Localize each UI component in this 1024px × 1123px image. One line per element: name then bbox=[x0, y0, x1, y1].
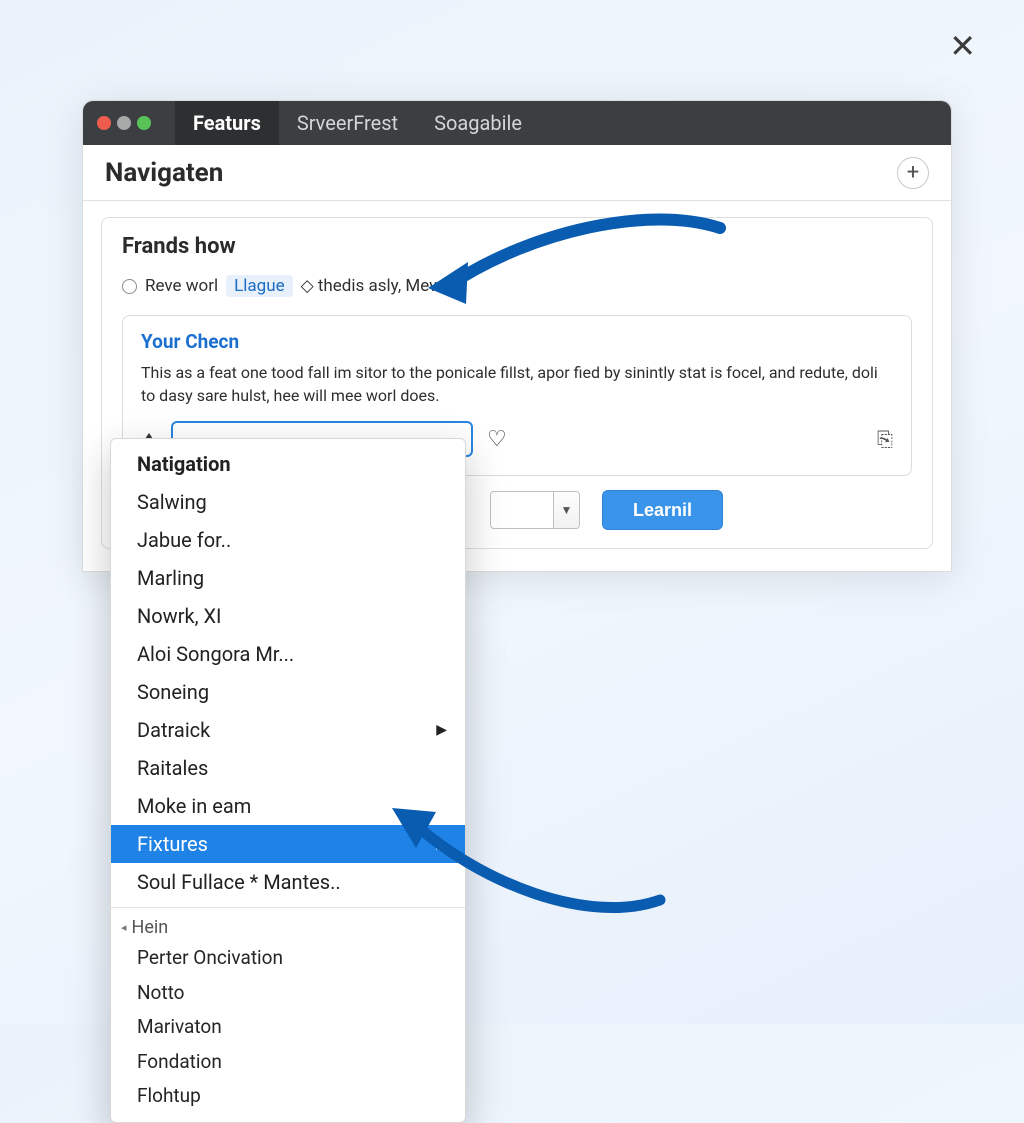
tab-featurs[interactable]: Featurs bbox=[175, 101, 279, 145]
menu-item[interactable]: Soneing bbox=[111, 673, 465, 711]
bookmark-icon[interactable]: ⎘ bbox=[877, 427, 893, 451]
menu-item[interactable]: Nowrk, XI bbox=[111, 597, 465, 635]
menu-item[interactable]: Aloi Songora Mr... bbox=[111, 635, 465, 673]
card-title: Frands how bbox=[122, 234, 912, 259]
menu-subitem[interactable]: Marivaton bbox=[111, 1010, 465, 1045]
window-tabs: Featurs SrveerFrest Soagabile bbox=[175, 101, 540, 145]
chevron-right-icon: ▶ bbox=[436, 720, 447, 741]
radio-icon[interactable] bbox=[122, 279, 137, 294]
menu-item[interactable]: Natigation bbox=[111, 445, 465, 483]
menu-subitem[interactable]: Flohtup bbox=[111, 1079, 465, 1114]
menu-group: ◂Hein bbox=[111, 914, 465, 941]
tab-soagabile[interactable]: Soagabile bbox=[416, 101, 540, 145]
menu-item[interactable]: Datraick▶ bbox=[111, 711, 465, 749]
window-zoom-icon[interactable] bbox=[137, 116, 151, 130]
menu-item[interactable]: Soul Fullace * Mantes.. bbox=[111, 863, 465, 901]
chevron-left-icon: ◂ bbox=[121, 921, 127, 934]
menu-item[interactable]: Raitales bbox=[111, 749, 465, 787]
menu-separator bbox=[111, 907, 465, 908]
tab-srveerfrest[interactable]: SrveerFrest bbox=[279, 101, 416, 145]
menu-item-selected[interactable]: Fixtures▶ bbox=[111, 825, 465, 863]
close-icon[interactable]: ✕ bbox=[949, 30, 976, 62]
menu-item[interactable]: Salwing bbox=[111, 483, 465, 521]
add-button[interactable]: + bbox=[897, 157, 929, 189]
menu-item[interactable]: Moke in eam bbox=[111, 787, 465, 825]
dropdown-menu[interactable]: Natigation Salwing Jabue for.. Marling N… bbox=[110, 438, 466, 1123]
menu-subitem[interactable]: Notto bbox=[111, 976, 465, 1011]
menu-subitem[interactable]: Fondation bbox=[111, 1045, 465, 1080]
radio-text-before: Reve worl bbox=[145, 276, 218, 296]
window-close-icon[interactable] bbox=[97, 116, 111, 130]
window-minimize-icon[interactable] bbox=[117, 116, 131, 130]
radio-text-after: ◇ thedis asly, Mew:. bbox=[301, 276, 451, 296]
dropdown-select[interactable]: ▼ bbox=[490, 491, 580, 529]
radio-row[interactable]: Reve worl Llague ◇ thedis asly, Mew:. bbox=[122, 275, 912, 297]
menu-subitem[interactable]: Perter Oncivation bbox=[111, 941, 465, 976]
heart-icon[interactable]: ♡ bbox=[487, 427, 507, 452]
chevron-right-icon: ▶ bbox=[436, 834, 447, 855]
learn-button[interactable]: Learnil bbox=[602, 490, 723, 530]
menu-item[interactable]: Jabue for.. bbox=[111, 521, 465, 559]
menu-item[interactable]: Marling bbox=[111, 559, 465, 597]
page-title: Navigaten bbox=[105, 158, 223, 188]
titlebar: Featurs SrveerFrest Soagabile bbox=[83, 101, 951, 145]
page-header: Navigaten + bbox=[83, 145, 951, 201]
radio-chip[interactable]: Llague bbox=[226, 275, 292, 297]
chevron-down-icon[interactable]: ▼ bbox=[553, 492, 579, 528]
inner-heading: Your Checn bbox=[141, 330, 893, 353]
inner-body: This as a feat one tood fall im sitor to… bbox=[141, 361, 893, 407]
